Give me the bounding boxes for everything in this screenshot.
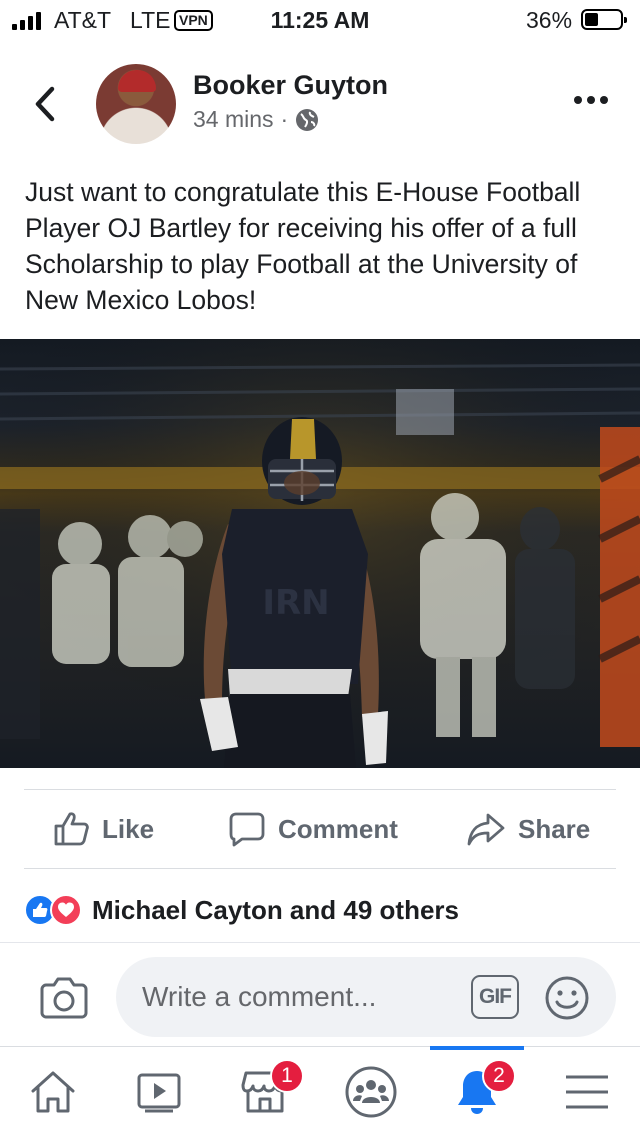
comment-label: Comment (278, 813, 398, 844)
tab-home[interactable] (0, 1047, 106, 1136)
meta-separator: · (280, 106, 289, 132)
post-actions: Like Comment Share (0, 790, 640, 868)
video-icon (137, 1073, 181, 1113)
menu-icon (566, 1075, 608, 1109)
post-time[interactable]: 34 mins (193, 106, 274, 133)
comment-composer: GIF (0, 942, 640, 1046)
tab-watch[interactable] (106, 1047, 212, 1136)
tab-notifications[interactable]: 2 (424, 1046, 530, 1136)
thumbs-up-icon (54, 812, 89, 846)
svg-text:IRN: IRN (262, 583, 329, 623)
tab-groups[interactable] (318, 1047, 424, 1136)
gif-button[interactable]: GIF (471, 975, 519, 1019)
dot (574, 96, 582, 104)
reactions-summary[interactable]: Michael Cayton and 49 others (24, 890, 459, 930)
share-label: Share (518, 813, 591, 844)
groups-icon (345, 1066, 397, 1118)
home-icon (31, 1071, 75, 1113)
marketplace-badge: 1 (270, 1059, 304, 1093)
share-button[interactable]: Share (466, 790, 590, 868)
like-label: Like (102, 813, 155, 844)
notifications-badge: 2 (482, 1059, 516, 1093)
more-options-button[interactable] (574, 96, 610, 110)
like-button[interactable]: Like (52, 790, 154, 868)
dot (587, 96, 595, 104)
battery-icon (581, 9, 627, 30)
comment-icon (229, 812, 265, 847)
back-button[interactable] (30, 84, 64, 124)
author-name[interactable]: Booker Guyton (193, 70, 388, 101)
chevron-left-icon (35, 86, 55, 122)
bottom-tab-bar: 1 2 (0, 1046, 640, 1136)
football-player-photo: IRN (0, 339, 640, 768)
divider (24, 868, 616, 869)
love-reaction-icon (50, 894, 82, 926)
post-photo[interactable]: IRN (0, 339, 640, 768)
camera-icon (40, 977, 88, 1019)
comment-input-container[interactable]: GIF (116, 957, 616, 1037)
tab-menu[interactable] (534, 1047, 640, 1136)
share-icon (467, 813, 505, 846)
comment-input[interactable] (142, 975, 462, 1019)
smiley-icon (545, 976, 589, 1020)
dot (600, 96, 608, 104)
status-bar: AT&T LTE VPN 11:25 AM 36% (0, 0, 640, 40)
tab-marketplace[interactable]: 1 (212, 1047, 318, 1136)
emoji-button[interactable] (544, 975, 590, 1021)
battery-percent: 36% (526, 7, 573, 33)
reaction-count-text: Michael Cayton and 49 others (92, 894, 459, 925)
post-meta: 34 mins · (193, 106, 319, 133)
post-text: Just want to congratulate this E-House F… (25, 177, 581, 315)
camera-button[interactable] (40, 975, 88, 1019)
comment-button[interactable]: Comment (228, 790, 398, 868)
globe-icon (296, 108, 319, 131)
author-avatar[interactable] (96, 64, 176, 144)
